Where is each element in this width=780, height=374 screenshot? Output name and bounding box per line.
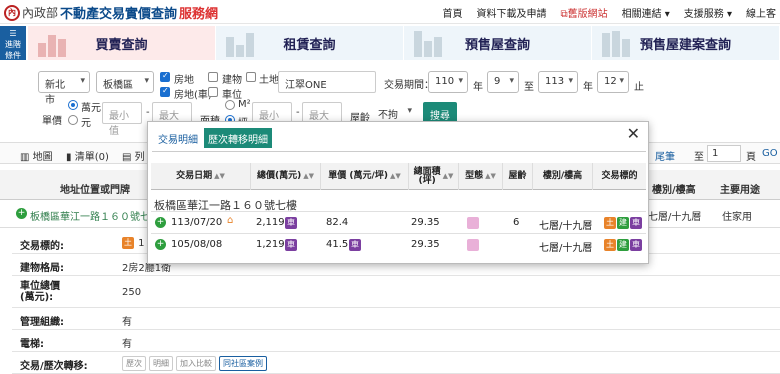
external-link-icon: ⧉ bbox=[560, 9, 568, 20]
price-min-input[interactable]: 最小值 bbox=[102, 102, 142, 137]
crane-illustration-icon bbox=[414, 29, 454, 57]
compare-button[interactable]: 加入比較 bbox=[176, 356, 216, 371]
checkbox-land[interactable] bbox=[246, 72, 256, 82]
top-nav: 首頁 資料下載及申請 ⧉舊版網站 相關連結 ▾ 支援服務 ▾ 線上客 bbox=[442, 5, 776, 20]
detail-elevator: 電梯: 有 bbox=[12, 330, 780, 352]
site-title: 不動產交易實價查詢 bbox=[60, 7, 178, 22]
sort-icon: ▲▼ bbox=[303, 172, 314, 180]
modal-table-header: 交易日期 ▲▼ 總價(萬元) ▲▼ 單價 (萬元/坪) ▲▼ 總面積 (坪) ▲▼ 型態… bbox=[151, 163, 646, 190]
sort-icon: ▲▼ bbox=[389, 172, 401, 180]
history-row[interactable]: + 113/07/20 ⌂ 2,119 車 82.4 29.35 6 七層/十九… bbox=[151, 211, 646, 233]
tab-presale-project[interactable]: 預售屋建案查詢 bbox=[592, 26, 780, 60]
nav-download[interactable]: 資料下載及申請 bbox=[476, 5, 546, 20]
district-select[interactable]: 板橋區 bbox=[96, 71, 154, 93]
nav-online[interactable]: 線上客 bbox=[746, 5, 776, 20]
land-badge-icon: 土 bbox=[604, 217, 616, 229]
building-badge-icon: 建 bbox=[617, 217, 629, 229]
car-badge-icon: 車 bbox=[630, 217, 642, 229]
radio-unit-wan[interactable] bbox=[68, 100, 78, 110]
nav-support[interactable]: 支援服務 ▾ bbox=[684, 5, 732, 20]
building-badge-icon: 建 bbox=[617, 239, 629, 251]
keyword-input[interactable]: 江翠ONE bbox=[278, 71, 376, 93]
history-row[interactable]: + 105/08/08 1,219 車 41.5 車 29.35 七層/十九層 … bbox=[151, 233, 646, 255]
modal-tab-detail[interactable]: 交易明細 bbox=[154, 128, 202, 148]
land-badge-icon: 土 bbox=[122, 237, 134, 249]
checkbox-building[interactable] bbox=[208, 72, 218, 82]
year-from-select[interactable]: 110 bbox=[428, 71, 468, 93]
site-logo[interactable]: 內 內政部 不動產交易實價查詢 服務網 bbox=[4, 3, 218, 22]
land-badge-icon: 土 bbox=[604, 239, 616, 251]
type-icon bbox=[467, 217, 479, 229]
ministry-name: 內政部 bbox=[22, 6, 59, 20]
transfer-history-modal: 交易明細 歷次轉移明細 ✕ 交易日期 ▲▼ 總價(萬元) ▲▼ 單價 (萬元/坪) ▲… bbox=[147, 121, 649, 264]
bookmark-icon: ▮ bbox=[66, 152, 72, 163]
expand-icon[interactable]: + bbox=[155, 239, 166, 250]
city-select[interactable]: 新北市 bbox=[38, 71, 90, 106]
towers-illustration-icon bbox=[602, 29, 642, 57]
tab-sale[interactable]: 買賣查詢 bbox=[28, 26, 216, 60]
map-view-button[interactable]: ▥ 地圖 bbox=[20, 148, 53, 163]
print-icon: ▤ bbox=[122, 152, 132, 163]
checkbox-house-land[interactable] bbox=[160, 71, 170, 82]
year-to-select[interactable]: 113 bbox=[538, 71, 578, 93]
detail-car-price: 車位總價 (萬元): 250 bbox=[12, 276, 780, 308]
checkbox-house-land-car[interactable] bbox=[160, 86, 170, 97]
tab-presale[interactable]: 預售屋查詢 bbox=[404, 26, 592, 60]
history-button[interactable]: 歷次 bbox=[122, 356, 146, 371]
page-input[interactable]: 1 bbox=[707, 145, 741, 162]
close-icon[interactable]: ✕ bbox=[627, 124, 640, 143]
list-view-button[interactable]: ▮ 清單(0) bbox=[66, 148, 109, 163]
nav-links[interactable]: 相關連結 ▾ bbox=[622, 5, 670, 20]
expand-icon[interactable]: + bbox=[155, 217, 166, 228]
tab-rent[interactable]: 租賃查詢 bbox=[216, 26, 404, 60]
building-illustration-icon bbox=[226, 29, 266, 57]
nav-home[interactable]: 首頁 bbox=[442, 5, 462, 20]
detail-management: 管理組織: 有 bbox=[12, 308, 780, 330]
checkbox-parking[interactable] bbox=[208, 87, 218, 97]
radio-area-m2[interactable] bbox=[225, 100, 235, 110]
row-address[interactable]: 板橋區華江一路１６０號七樓 bbox=[30, 208, 160, 223]
map-icon: ▥ bbox=[20, 152, 30, 163]
car-badge-icon: 車 bbox=[349, 239, 361, 251]
car-badge-icon: 車 bbox=[630, 239, 642, 251]
same-community-button[interactable]: 同社區案例 bbox=[219, 356, 267, 371]
sort-icon: ▲▼ bbox=[485, 172, 496, 180]
month-to-select[interactable]: 12 bbox=[597, 71, 629, 93]
detail-history: 交易/歷次轉移: 歷次 明細 加入比較 同社區案例 bbox=[12, 352, 780, 374]
house-illustration-icon bbox=[38, 29, 78, 57]
car-badge-icon: 車 bbox=[285, 217, 297, 229]
site-title-suffix: 服務網 bbox=[179, 7, 219, 22]
sort-icon: ▲▼ bbox=[214, 172, 225, 180]
ministry-seal-icon: 內 bbox=[4, 4, 20, 21]
query-tabs: 買賣查詢 租賃查詢 預售屋查詢 預售屋建案查詢 bbox=[28, 26, 780, 60]
menu-icon: ☰ bbox=[9, 29, 17, 38]
advanced-filter-button[interactable]: ☰ 進階 條件 bbox=[0, 26, 26, 60]
sort-icon: ▲▼ bbox=[442, 172, 454, 180]
car-badge-icon: 車 bbox=[285, 239, 297, 251]
month-from-select[interactable]: 9 bbox=[487, 71, 519, 93]
nav-old-site[interactable]: ⧉舊版網站 bbox=[560, 5, 607, 20]
print-button[interactable]: ▤ 列 bbox=[122, 148, 145, 163]
modal-tab-history[interactable]: 歷次轉移明細 bbox=[204, 128, 272, 148]
top-bar: 內 內政部 不動產交易實價查詢 服務網 首頁 資料下載及申請 ⧉舊版網站 相關連… bbox=[0, 0, 780, 24]
go-button[interactable]: GO bbox=[762, 148, 778, 159]
expand-icon[interactable]: + bbox=[16, 208, 27, 219]
detail-button[interactable]: 明細 bbox=[149, 356, 173, 371]
type-icon bbox=[467, 239, 479, 251]
radio-unit-yuan[interactable] bbox=[68, 115, 78, 125]
last-page-button[interactable]: 尾筆 bbox=[655, 148, 675, 163]
house-icon: ⌂ bbox=[227, 215, 234, 226]
